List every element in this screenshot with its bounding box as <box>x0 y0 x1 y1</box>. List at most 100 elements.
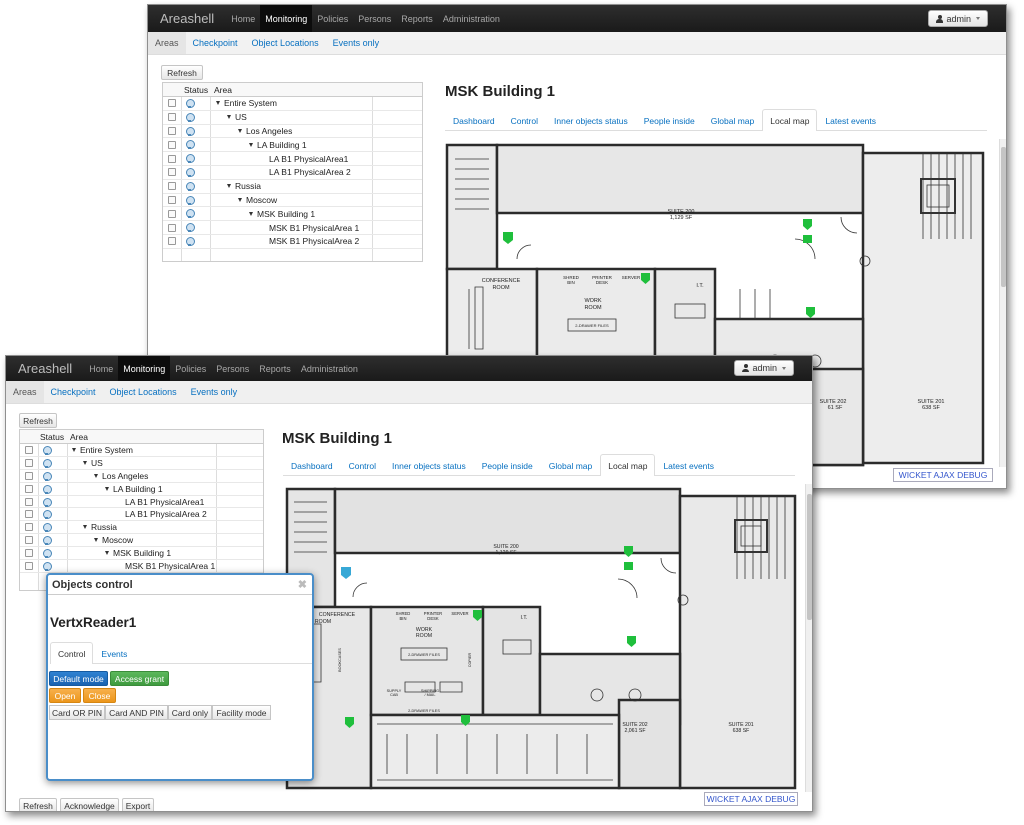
app-brand[interactable]: Areashell <box>148 11 226 26</box>
floor-plan-map[interactable]: SUITE 200 1,129 SF CONFERENCE ROOM SHRED… <box>285 484 799 792</box>
subnav-checkpoint[interactable]: Checkpoint <box>186 32 245 54</box>
tab-dashboard[interactable]: Dashboard <box>283 454 341 476</box>
area-node[interactable]: Los Angeles <box>94 471 148 481</box>
table-row[interactable]: Los Angeles <box>20 470 263 483</box>
wicket-debug-link[interactable]: WICKET AJAX DEBUG <box>893 468 993 482</box>
expand-triangle-icon[interactable] <box>249 142 253 147</box>
expand-triangle-icon[interactable] <box>249 211 253 216</box>
card-only-button[interactable]: Card only <box>168 705 212 720</box>
scrollbar-thumb[interactable] <box>1001 147 1006 287</box>
subnav-areas[interactable]: Areas <box>6 381 44 403</box>
area-node[interactable]: Los Angeles <box>238 126 292 136</box>
area-node[interactable]: US <box>227 112 247 122</box>
expand-triangle-icon[interactable] <box>216 101 220 106</box>
table-row[interactable]: MSK B1 PhysicalArea 2 <box>163 235 422 249</box>
tab-global-map[interactable]: Global map <box>541 454 600 476</box>
tab-latest-events[interactable]: Latest events <box>817 109 884 131</box>
access-grant-button[interactable]: Access grant <box>110 671 169 686</box>
tab-inner-objects-status[interactable]: Inner objects status <box>546 109 636 131</box>
tab-dashboard[interactable]: Dashboard <box>445 109 503 131</box>
card-or-pin-button[interactable]: Card OR PIN <box>49 705 105 720</box>
area-node[interactable]: LA B1 PhysicalArea 2 <box>269 167 351 177</box>
row-checkbox[interactable] <box>25 445 33 454</box>
area-node[interactable]: LA B1 PhysicalArea 2 <box>125 509 207 519</box>
close-button[interactable]: Close <box>83 688 116 703</box>
row-checkbox[interactable] <box>168 99 176 108</box>
row-checkbox[interactable] <box>168 237 176 246</box>
nav-policies[interactable]: Policies <box>170 356 211 381</box>
expand-triangle-icon[interactable] <box>83 460 87 465</box>
subnav-events-only[interactable]: Events only <box>184 381 245 403</box>
default-mode-button[interactable]: Default mode <box>49 671 108 686</box>
row-checkbox[interactable] <box>168 154 176 163</box>
nav-home[interactable]: Home <box>226 5 260 32</box>
table-row[interactable]: MSK Building 1 <box>163 207 422 222</box>
subnav-areas[interactable]: Areas <box>148 32 186 54</box>
wicket-debug-link[interactable]: WICKET AJAX DEBUG <box>704 792 798 806</box>
table-row[interactable]: Los Angeles <box>163 125 422 139</box>
tab-people-inside[interactable]: People inside <box>636 109 703 131</box>
card-and-pin-button[interactable]: Card AND PIN <box>105 705 168 720</box>
table-row[interactable]: Russia <box>163 180 422 194</box>
facility-mode-button[interactable]: Facility mode <box>212 705 271 720</box>
nav-reports[interactable]: Reports <box>254 356 296 381</box>
area-node[interactable]: LA B1 PhysicalArea1 <box>269 154 348 164</box>
tab-latest-events[interactable]: Latest events <box>655 454 722 476</box>
expand-triangle-icon[interactable] <box>105 551 109 556</box>
nav-persons[interactable]: Persons <box>353 5 396 32</box>
close-icon[interactable]: ✖ <box>298 578 307 591</box>
table-row[interactable]: US <box>163 111 422 125</box>
table-row[interactable]: MSK Building 1 <box>20 547 263 561</box>
dialog-tab-control[interactable]: Control <box>50 642 94 664</box>
area-node[interactable]: LA Building 1 <box>105 484 163 494</box>
expand-triangle-icon[interactable] <box>83 525 87 530</box>
refresh-button[interactable]: Refresh <box>19 413 57 428</box>
table-row[interactable]: Russia <box>20 521 263 535</box>
table-row[interactable]: MSK B1 PhysicalArea 1 <box>163 221 422 235</box>
table-row[interactable]: Moscow <box>163 194 422 208</box>
subnav-object-locations[interactable]: Object Locations <box>103 381 184 403</box>
refresh-button[interactable]: Refresh <box>161 65 203 80</box>
row-checkbox[interactable] <box>25 510 33 519</box>
nav-monitoring[interactable]: Monitoring <box>118 356 171 381</box>
table-row[interactable]: Entire System <box>163 97 422 111</box>
area-node[interactable]: Russia <box>83 522 117 532</box>
row-checkbox[interactable] <box>168 168 176 177</box>
page-scrollbar[interactable] <box>999 139 1006 467</box>
tab-control[interactable]: Control <box>341 454 384 476</box>
row-checkbox[interactable] <box>25 523 33 532</box>
nav-administration[interactable]: Administration <box>438 5 505 32</box>
row-checkbox[interactable] <box>168 113 176 122</box>
tab-local-map[interactable]: Local map <box>762 109 818 131</box>
expand-triangle-icon[interactable] <box>238 128 242 133</box>
expand-triangle-icon[interactable] <box>238 197 242 202</box>
area-node[interactable]: Moscow <box>94 535 133 545</box>
table-row[interactable]: LA B1 PhysicalArea1 <box>163 152 422 166</box>
tab-people-inside[interactable]: People inside <box>474 454 541 476</box>
subnav-checkpoint[interactable]: Checkpoint <box>44 381 103 403</box>
area-node[interactable]: MSK B1 PhysicalArea 1 <box>269 223 359 233</box>
area-node[interactable]: Russia <box>227 181 261 191</box>
area-node[interactable]: LA B1 PhysicalArea1 <box>125 497 204 507</box>
tab-control[interactable]: Control <box>503 109 546 131</box>
table-row[interactable]: LA B1 PhysicalArea 2 <box>20 508 263 522</box>
area-node[interactable]: MSK B1 PhysicalArea 1 <box>125 561 215 571</box>
export-button[interactable]: Export <box>122 798 154 811</box>
area-node[interactable]: Entire System <box>72 445 133 455</box>
row-checkbox[interactable] <box>168 223 176 232</box>
row-checkbox[interactable] <box>168 195 176 204</box>
table-row[interactable]: LA Building 1 <box>163 138 422 153</box>
table-row[interactable]: US <box>20 457 263 470</box>
area-node[interactable]: Moscow <box>238 195 277 205</box>
subnav-object-locations[interactable]: Object Locations <box>245 32 326 54</box>
expand-triangle-icon[interactable] <box>94 473 98 478</box>
row-checkbox[interactable] <box>168 140 176 149</box>
nav-policies[interactable]: Policies <box>312 5 353 32</box>
row-checkbox[interactable] <box>168 209 176 218</box>
table-row[interactable]: LA B1 PhysicalArea 2 <box>163 166 422 180</box>
table-row[interactable]: MSK B1 PhysicalArea 1 <box>20 560 263 573</box>
area-node[interactable]: MSK B1 PhysicalArea 2 <box>269 236 359 246</box>
row-checkbox[interactable] <box>25 471 33 480</box>
tab-local-map[interactable]: Local map <box>600 454 656 476</box>
expand-triangle-icon[interactable] <box>105 486 109 491</box>
